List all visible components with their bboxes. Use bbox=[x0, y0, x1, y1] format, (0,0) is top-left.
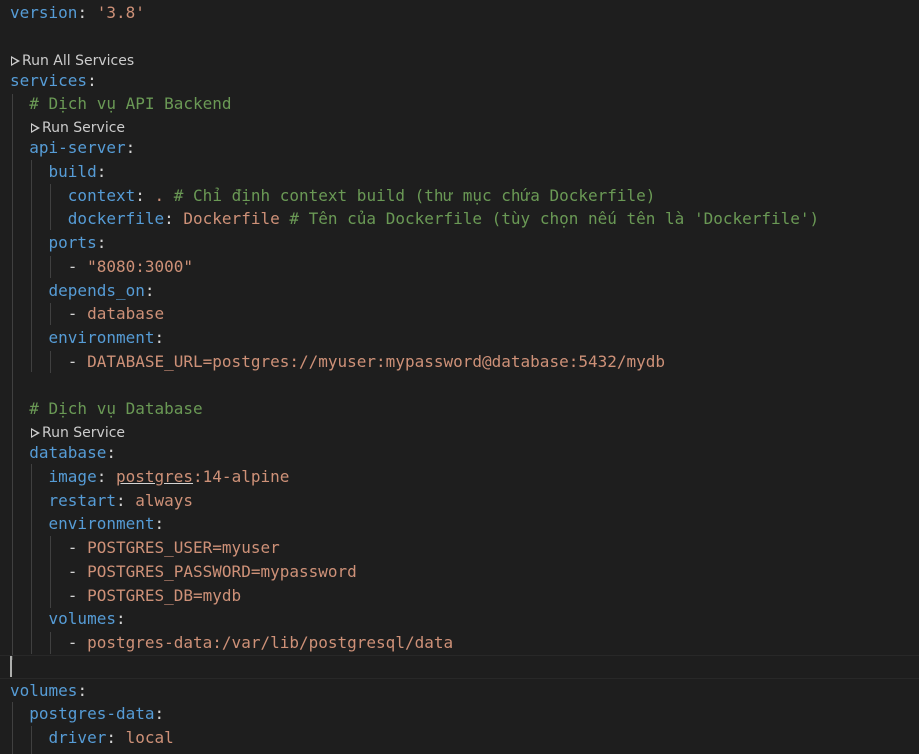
code-line[interactable]: - "8080:3000" bbox=[10, 255, 193, 279]
code-line[interactable]: volumes: bbox=[10, 607, 126, 631]
code-line[interactable]: ports: bbox=[10, 231, 107, 255]
code-line[interactable]: volumes: bbox=[10, 679, 87, 703]
code-line[interactable]: depends_on: bbox=[10, 279, 155, 303]
code-line[interactable]: - POSTGRES_USER=myuser bbox=[10, 536, 280, 560]
code-line[interactable]: database: bbox=[10, 441, 116, 465]
code-line[interactable]: build: bbox=[10, 160, 107, 184]
code-line[interactable]: - database bbox=[10, 302, 164, 326]
text-cursor bbox=[10, 656, 12, 677]
play-icon bbox=[11, 56, 20, 66]
code-line[interactable]: dockerfile: Dockerfile # Tên của Dockerf… bbox=[10, 207, 819, 231]
image-link[interactable]: postgres bbox=[116, 467, 193, 486]
code-line[interactable]: version: '3.8' bbox=[10, 1, 145, 25]
code-line[interactable]: api-server: bbox=[10, 136, 135, 160]
code-line[interactable]: postgres-data: bbox=[10, 702, 164, 726]
code-line[interactable]: - POSTGRES_PASSWORD=mypassword bbox=[10, 560, 357, 584]
code-line[interactable]: # Dịch vụ API Backend bbox=[10, 92, 231, 116]
run-service-api-codelens[interactable]: Run Service bbox=[31, 118, 125, 138]
code-editor[interactable]: version: '3.8' Run All Services services… bbox=[0, 0, 919, 754]
code-line[interactable]: driver: local bbox=[10, 726, 174, 750]
play-icon bbox=[31, 123, 40, 133]
code-line[interactable]: # Dịch vụ Database bbox=[10, 397, 202, 421]
code-line[interactable]: - POSTGRES_DB=mydb bbox=[10, 584, 241, 608]
code-line[interactable]: restart: always bbox=[10, 489, 194, 513]
code-line[interactable]: image: postgres:14-alpine bbox=[10, 465, 290, 489]
code-line[interactable]: environment: bbox=[10, 512, 165, 536]
code-line[interactable]: - DATABASE_URL=postgres://myuser:mypassw… bbox=[10, 350, 665, 374]
run-all-services-codelens[interactable]: Run All Services bbox=[11, 51, 134, 71]
current-line-highlight bbox=[0, 655, 919, 679]
code-line[interactable]: services: bbox=[10, 69, 97, 93]
run-service-database-codelens[interactable]: Run Service bbox=[31, 423, 125, 443]
play-icon bbox=[31, 428, 40, 438]
code-line[interactable]: environment: bbox=[10, 326, 165, 350]
code-line[interactable]: context: . # Chỉ định context build (thư… bbox=[10, 184, 656, 208]
code-line[interactable]: - postgres-data:/var/lib/postgresql/data bbox=[10, 631, 453, 655]
